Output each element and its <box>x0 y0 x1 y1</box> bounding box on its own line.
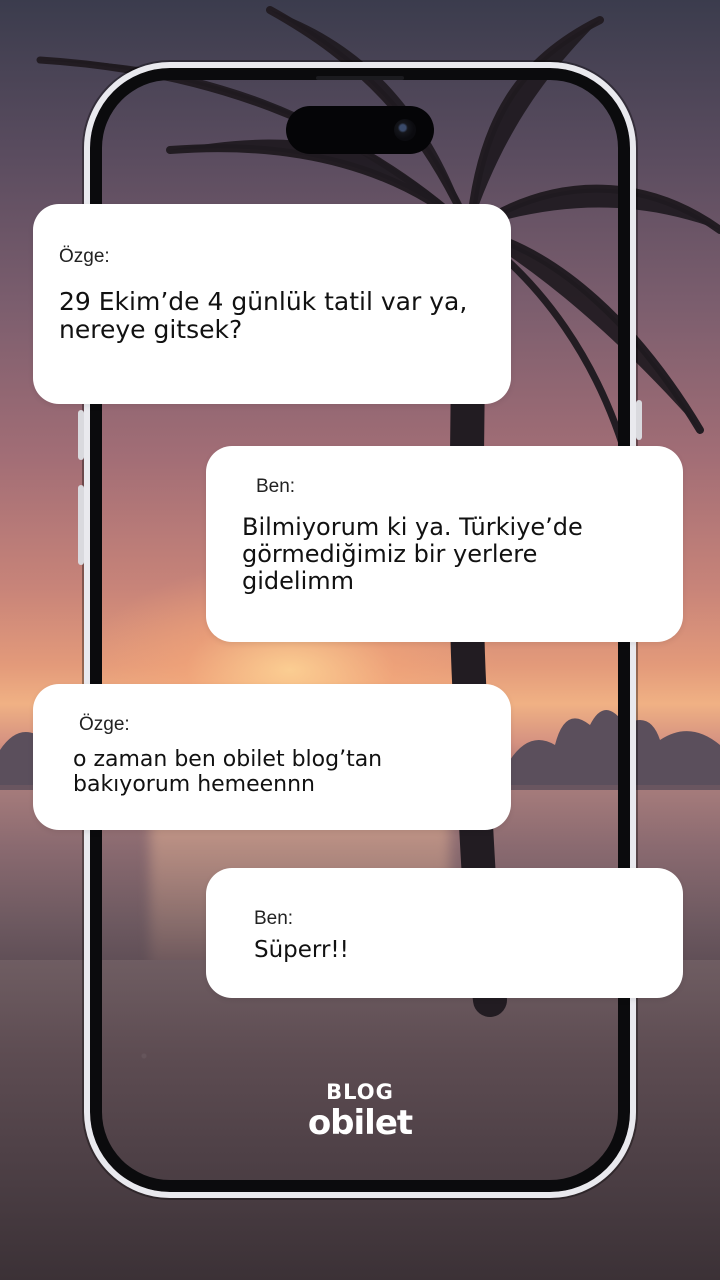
dynamic-island <box>286 106 434 154</box>
message-sender: Özge: <box>59 246 110 267</box>
chat-bubble-ben: Ben: Süperr!! <box>206 868 683 998</box>
logo-blog-text: BLOG <box>326 1080 394 1104</box>
phone-speaker <box>316 76 404 80</box>
message-sender: Ben: <box>254 908 294 929</box>
obilet-blog-logo: BLOG obilet <box>300 1080 420 1150</box>
chat-bubble-ben: Ben: Bilmiyorum ki ya. Türkiye’de görmed… <box>206 446 683 642</box>
phone-side-button <box>78 410 84 460</box>
message-text: 29 Ekim’de 4 günlük tatil var ya, nereye… <box>59 287 468 344</box>
message-sender: Özge: <box>79 714 130 735</box>
message-text: Süperr!! <box>254 937 349 963</box>
chat-bubble-ozge: Özge: 29 Ekim’de 4 günlük tatil var ya, … <box>33 204 511 404</box>
camera-icon <box>394 119 416 141</box>
phone-side-button <box>78 485 84 565</box>
message-text: o zaman ben obilet blog’tan bakıyorum he… <box>73 747 383 797</box>
logo-obilet-text: obilet <box>307 1103 413 1143</box>
phone-side-button <box>636 400 642 440</box>
message-text: Bilmiyorum ki ya. Türkiye’de görmediğimi… <box>242 513 583 595</box>
chat-bubble-ozge: Özge: o zaman ben obilet blog’tan bakıyo… <box>33 684 511 830</box>
message-sender: Ben: <box>256 476 296 497</box>
